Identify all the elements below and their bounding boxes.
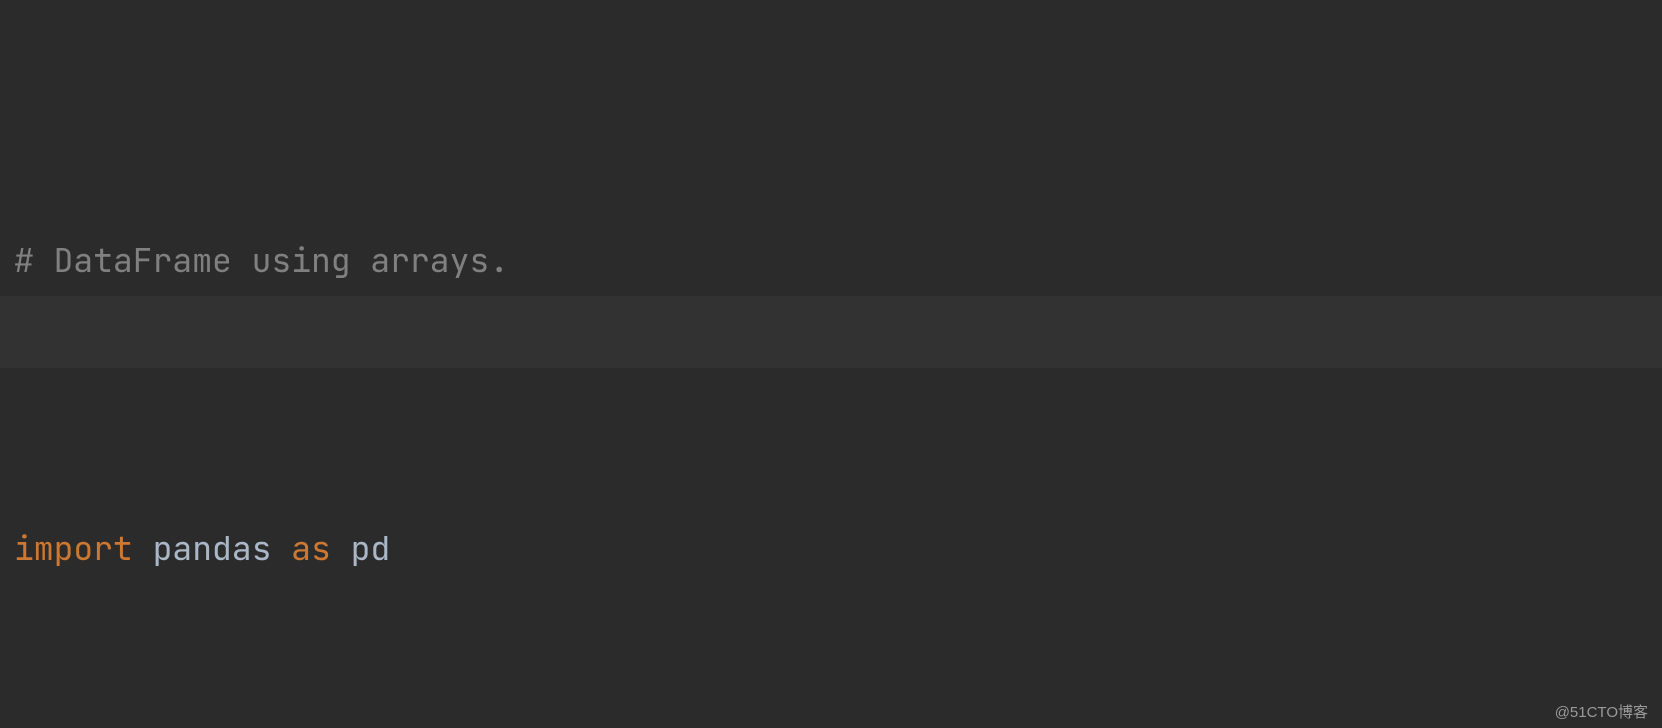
module-name: pandas: [153, 526, 272, 570]
code-line[interactable]: # DataFrame using arrays.: [14, 224, 1662, 296]
watermark: @51CTO博客: [1555, 701, 1648, 722]
code-line[interactable]: import pandas as pd: [14, 512, 1662, 584]
comment: # DataFrame using arrays.: [14, 238, 509, 282]
keyword-as: as: [291, 526, 331, 570]
module-alias: pd: [351, 526, 391, 570]
keyword-import: import: [14, 526, 133, 570]
current-line-highlight: [0, 296, 1662, 368]
code-editor[interactable]: # DataFrame using arrays. import pandas …: [0, 0, 1662, 728]
